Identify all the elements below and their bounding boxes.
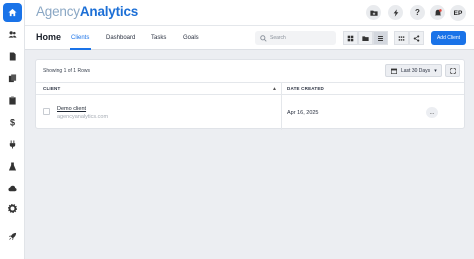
new-folder-button[interactable] bbox=[366, 5, 381, 20]
users-icon bbox=[8, 30, 17, 38]
calculator-button[interactable] bbox=[394, 31, 409, 45]
folder-icon bbox=[362, 35, 369, 41]
tab-goals[interactable]: Goals bbox=[183, 35, 199, 41]
list-view-button[interactable] bbox=[373, 31, 388, 45]
dollar-icon: $ bbox=[10, 118, 15, 127]
page-title: Home bbox=[36, 32, 62, 42]
calculator-icon bbox=[398, 35, 405, 41]
cloud-icon bbox=[8, 185, 17, 191]
sidebar-item-launch[interactable] bbox=[0, 229, 25, 243]
rocket-icon bbox=[8, 232, 17, 240]
help-icon: ? bbox=[415, 8, 420, 17]
client-domain: agencyanalytics.com bbox=[57, 114, 109, 120]
sidebar-item-cloud[interactable] bbox=[0, 181, 25, 195]
column-header-client[interactable]: CLIENT bbox=[43, 86, 60, 91]
share-icon bbox=[413, 34, 420, 42]
flask-icon bbox=[8, 161, 17, 171]
chevron-down-icon: ▾ bbox=[434, 67, 437, 74]
calendar-icon bbox=[391, 68, 397, 74]
search-icon bbox=[260, 34, 267, 42]
help-button[interactable]: ? bbox=[410, 5, 425, 20]
grid-view-button[interactable] bbox=[343, 31, 358, 45]
list-icon bbox=[378, 35, 383, 41]
folder-view-button[interactable] bbox=[358, 31, 373, 45]
clipboard-icon bbox=[9, 95, 16, 105]
sidebar-item-billing[interactable]: $ bbox=[0, 115, 25, 129]
row-actions-button[interactable]: ... bbox=[426, 107, 438, 118]
row-checkbox[interactable] bbox=[43, 108, 50, 115]
tab-clients[interactable]: Clients bbox=[71, 35, 89, 41]
reports-icon bbox=[8, 73, 17, 82]
top-header: AgencyAnalytics ? EP bbox=[25, 0, 474, 25]
tab-tasks[interactable]: Tasks bbox=[151, 35, 166, 41]
active-tab-indicator bbox=[70, 48, 91, 50]
date-created-cell: Apr 16, 2025 bbox=[287, 110, 319, 116]
date-range-label: Last 30 Days bbox=[401, 67, 431, 74]
user-avatar[interactable]: EP bbox=[450, 5, 466, 21]
sidebar-item-labs[interactable] bbox=[0, 159, 25, 173]
search-input[interactable] bbox=[270, 33, 330, 43]
date-range-dropdown[interactable]: Last 30 Days ▾ bbox=[385, 64, 442, 77]
expand-icon bbox=[449, 67, 456, 74]
page-navbar: Home Clients Dashboard Tasks Goals Add C… bbox=[25, 25, 474, 50]
column-header-date-created[interactable]: DATE CREATED bbox=[287, 86, 324, 91]
sidebar-item-files[interactable] bbox=[0, 49, 25, 63]
client-name-link[interactable]: Demo client bbox=[57, 106, 86, 112]
add-client-button[interactable]: Add Client bbox=[431, 31, 466, 45]
quick-actions-button[interactable] bbox=[388, 5, 403, 20]
file-icon bbox=[9, 51, 16, 61]
sidebar-item-users[interactable] bbox=[0, 27, 25, 41]
sidebar-item-integrations[interactable] bbox=[0, 137, 25, 151]
sidebar-item-settings[interactable] bbox=[0, 201, 25, 215]
sidebar-item-tasks[interactable] bbox=[0, 93, 25, 107]
left-sidebar: $ bbox=[0, 0, 25, 259]
table-header: CLIENT ▲ DATE CREATED bbox=[36, 82, 464, 95]
grid-icon bbox=[347, 35, 354, 41]
home-button[interactable] bbox=[3, 3, 22, 22]
clients-table-card: Showing 1 of 1 Rows Last 30 Days ▾ CLIEN… bbox=[35, 59, 465, 130]
gear-icon bbox=[8, 203, 17, 213]
plug-icon bbox=[9, 139, 16, 149]
folder-add-icon bbox=[369, 10, 378, 16]
row-count-text: Showing 1 of 1 Rows bbox=[43, 68, 90, 74]
bell-icon bbox=[434, 8, 442, 15]
table-row[interactable]: Demo client agencyanalytics.com Apr 16, … bbox=[36, 95, 464, 128]
home-icon bbox=[8, 8, 17, 17]
expand-button[interactable] bbox=[445, 64, 460, 77]
bolt-icon bbox=[393, 8, 398, 17]
sidebar-item-reports[interactable] bbox=[0, 71, 25, 85]
search-box[interactable] bbox=[255, 31, 336, 45]
share-button[interactable] bbox=[409, 31, 424, 45]
notifications-button[interactable] bbox=[430, 5, 445, 20]
tab-dashboard[interactable]: Dashboard bbox=[106, 35, 135, 41]
svg-text:$: $ bbox=[10, 118, 15, 127]
agency-analytics-logo[interactable]: AgencyAnalytics bbox=[36, 4, 138, 19]
sort-asc-icon[interactable]: ▲ bbox=[272, 86, 277, 92]
